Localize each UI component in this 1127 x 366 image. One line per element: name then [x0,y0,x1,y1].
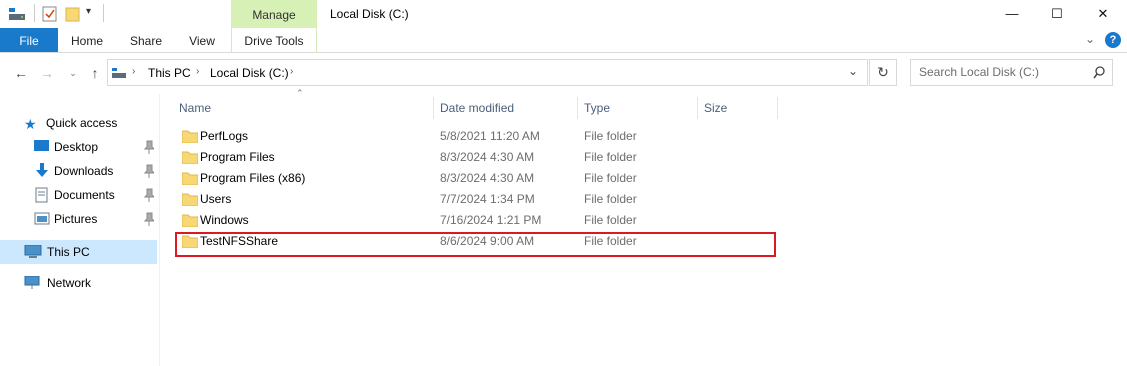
file-date: 8/3/2024 4:30 AM [440,171,535,185]
nav-item-label: Desktop [54,140,99,154]
title-bar: ▾ Manage Local Disk (C:) — ☐ ✕ [0,0,1127,28]
table-row[interactable]: Program Files (x86) 8/3/2024 4:30 AM Fil… [174,168,774,189]
file-type: File folder [584,192,637,206]
folder-icon [182,172,198,185]
column-separator[interactable] [577,97,578,119]
manage-context-header: Manage [231,0,317,28]
breadcrumb-this-pc[interactable]: This PC [148,66,191,80]
documents-icon [35,187,48,203]
folder-icon [182,130,198,143]
tab-file[interactable]: File [0,28,58,52]
tab-view[interactable]: View [178,28,226,52]
pin-icon[interactable] [144,140,154,154]
recent-locations-icon[interactable]: ⌄ [64,64,82,82]
file-type: File folder [584,129,637,143]
file-date: 5/8/2021 11:20 AM [440,129,540,143]
forward-arrow-icon[interactable]: → [38,64,56,82]
address-dropdown-icon[interactable]: ⌄ [848,64,858,78]
search-icon [1093,66,1105,79]
file-name: Users [200,192,232,206]
table-row[interactable]: PerfLogs 5/8/2021 11:20 AM File folder [174,126,774,147]
file-name: Program Files (x86) [200,171,306,185]
desktop-icon [34,140,49,151]
file-type: File folder [584,213,637,227]
properties-icon[interactable] [42,6,58,22]
column-separator[interactable] [433,97,434,119]
table-row[interactable]: Program Files 8/3/2024 4:30 AM File fold… [174,147,774,168]
address-bar[interactable]: › This PC › Local Disk (C:) › ⌄ [107,59,868,86]
table-row[interactable]: Windows 7/16/2024 1:21 PM File folder [174,210,774,231]
back-arrow-icon[interactable]: ← [12,64,30,82]
sort-ascending-icon: ⌃ [296,88,304,98]
minimize-button[interactable]: — [989,0,1035,28]
refresh-button[interactable]: ↻ [869,59,897,86]
column-header-date-modified[interactable]: Date modified [440,97,514,119]
folder-icon [182,193,198,206]
nav-item-label: Pictures [54,212,98,226]
file-date: 7/7/2024 1:34 PM [440,192,535,206]
computer-icon [24,245,42,258]
file-date: 8/3/2024 4:30 AM [440,150,535,164]
pane-divider [159,94,160,366]
nav-quick-access[interactable]: Quick access [46,116,117,130]
file-name: PerfLogs [200,129,249,143]
window-title: Local Disk (C:) [330,7,409,21]
column-header-size[interactable]: Size [704,97,727,119]
tab-home[interactable]: Home [62,28,112,52]
expand-ribbon-icon[interactable]: ⌄ [1085,32,1095,46]
manage-label: Manage [252,8,296,22]
file-name: Windows [200,213,249,227]
file-name: Program Files [200,150,275,164]
folder-icon [182,214,198,227]
pin-icon[interactable] [144,212,154,226]
highlight-box [175,232,776,257]
star-icon: ★ [24,116,37,132]
column-separator[interactable] [697,97,698,119]
network-icon [24,276,40,289]
nav-network[interactable]: Network [24,272,154,294]
maximize-button[interactable]: ☐ [1034,0,1080,28]
search-input[interactable] [919,65,1079,79]
search-box[interactable] [910,59,1113,86]
drive-icon [9,8,25,20]
nav-item-label: Documents [54,188,115,202]
file-date: 7/16/2024 1:21 PM [440,213,542,227]
file-type: File folder [584,171,637,185]
ribbon-tabs: File Home Share View Drive Tools ⌄ ? [0,28,1127,53]
column-separator[interactable] [777,97,778,119]
breadcrumb-local-disk[interactable]: Local Disk (C:) [210,66,289,80]
up-arrow-icon[interactable]: ↑ [86,64,104,82]
breadcrumb-chevron-icon[interactable]: › [132,66,135,77]
folder-icon [182,151,198,164]
new-folder-icon[interactable] [65,6,81,22]
downloads-icon [36,163,48,177]
nav-network-label: Network [47,276,92,290]
nav-item-label: Downloads [54,164,114,178]
file-type: File folder [584,150,637,164]
nav-this-pc-label: This PC [47,245,90,259]
breadcrumb-chevron-icon[interactable]: › [196,66,199,77]
nav-this-pc[interactable]: This PC [0,240,157,264]
column-header-name[interactable]: Name [179,97,211,119]
breadcrumb-chevron-icon[interactable]: › [290,66,293,77]
pictures-icon [34,212,50,225]
help-icon[interactable]: ? [1105,32,1121,48]
table-row[interactable]: Users 7/7/2024 1:34 PM File folder [174,189,774,210]
drive-icon [112,68,126,78]
customize-qat-icon[interactable]: ▾ [86,6,91,17]
column-header-type[interactable]: Type [584,97,610,119]
tab-share[interactable]: Share [121,28,171,52]
tab-drive-tools[interactable]: Drive Tools [231,28,317,52]
pin-icon[interactable] [144,188,154,202]
pin-icon[interactable] [144,164,154,178]
close-button[interactable]: ✕ [1080,0,1126,28]
